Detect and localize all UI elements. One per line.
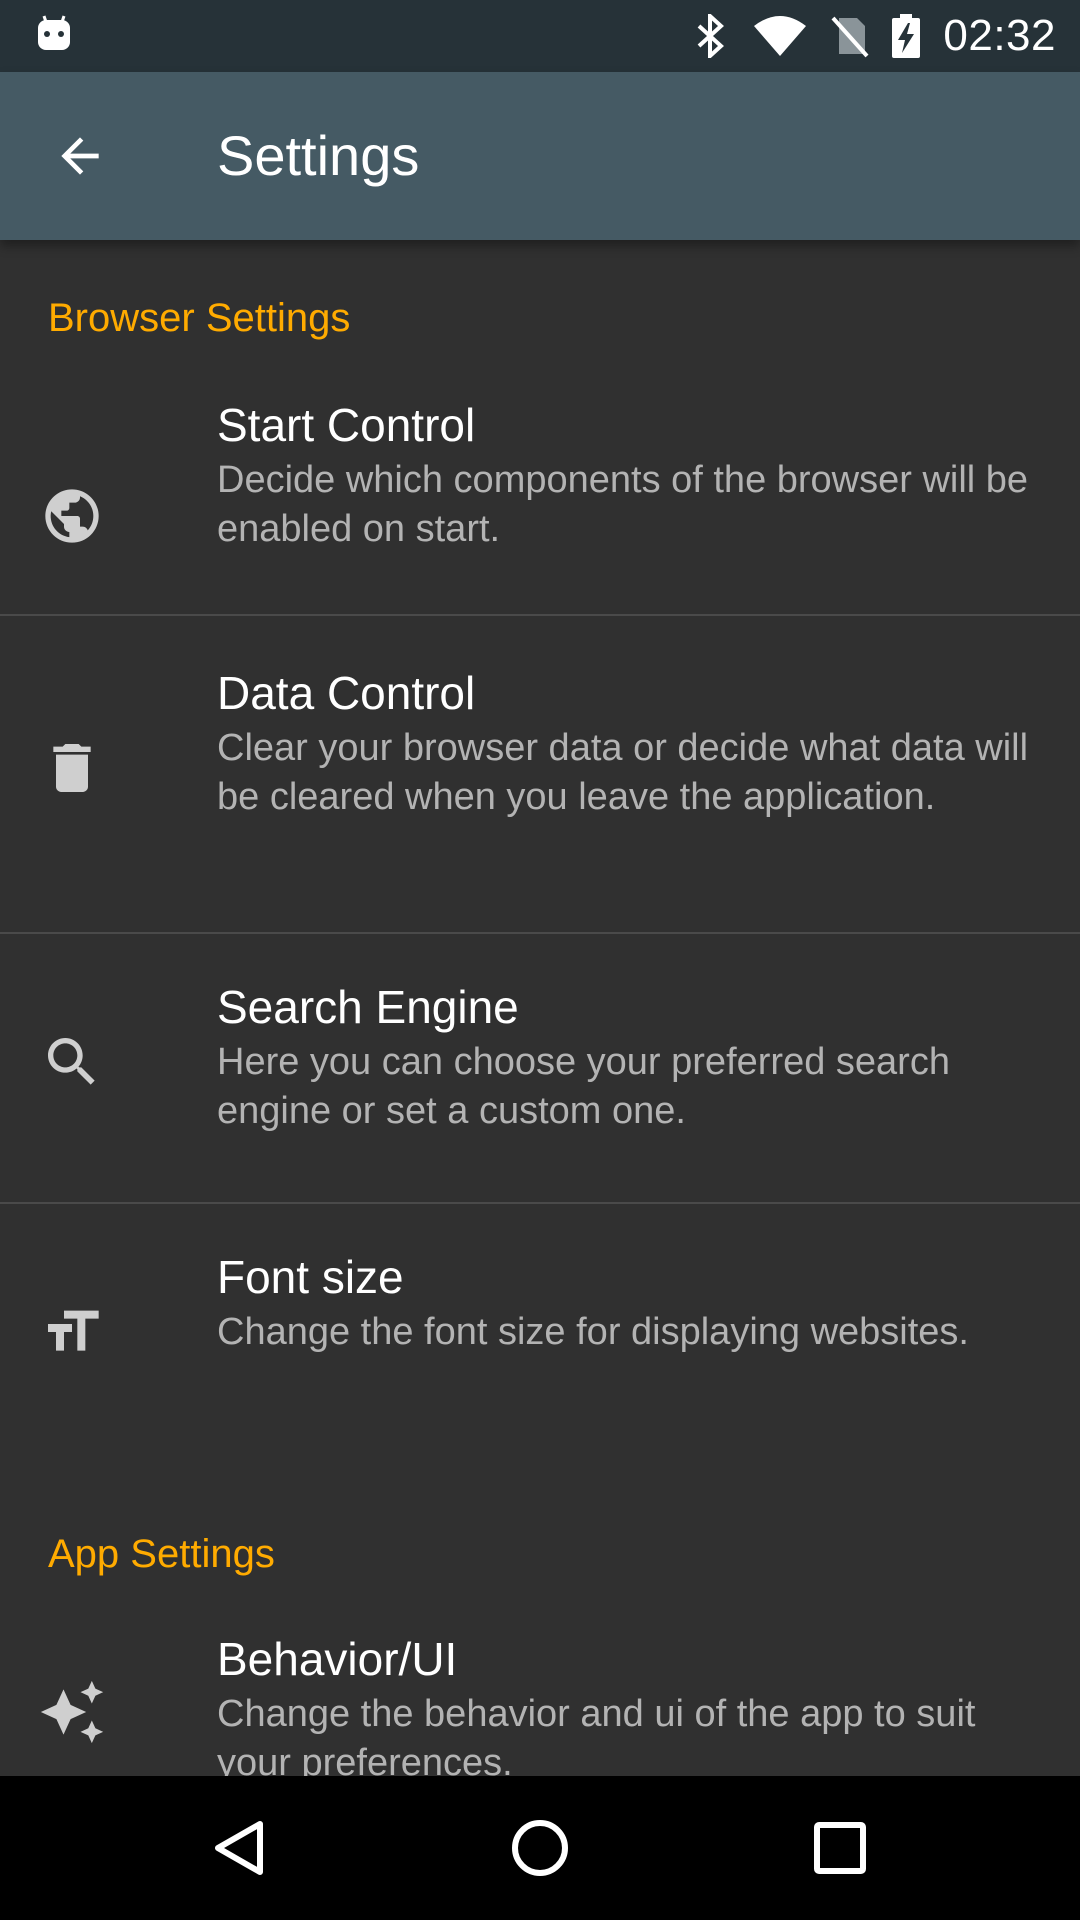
back-button[interactable] xyxy=(40,116,120,196)
no-sim-icon xyxy=(829,14,869,58)
pref-summary: Change the font size for displaying webs… xyxy=(217,1311,969,1353)
home-nav-icon xyxy=(512,1820,568,1876)
section-header-browser: Browser Settings xyxy=(48,296,351,340)
pref-summary: Here you can choose your preferred searc… xyxy=(217,1041,950,1132)
recents-nav-button[interactable] xyxy=(800,1808,880,1888)
pref-behavior-ui[interactable]: Behavior/UI Change the behavior and ui o… xyxy=(0,1596,1080,1776)
toolbar: Settings xyxy=(0,72,1080,240)
pref-title: Data Control xyxy=(217,667,476,719)
section-header-app: App Settings xyxy=(48,1532,275,1576)
navigation-bar xyxy=(0,1776,1080,1920)
bluetooth-icon xyxy=(691,14,731,58)
pref-data-control[interactable]: Data Control Clear your browser data or … xyxy=(0,616,1080,934)
globe-icon xyxy=(36,480,108,552)
page-title: Settings xyxy=(217,124,420,187)
pref-summary: Clear your browser data or decide what d… xyxy=(217,727,1029,818)
recents-nav-icon xyxy=(814,1822,866,1874)
sparkle-icon xyxy=(36,1676,108,1748)
status-time: 02:32 xyxy=(943,11,1056,60)
home-nav-button[interactable] xyxy=(500,1808,580,1888)
pref-start-control[interactable]: Start Control Decide which components of… xyxy=(0,372,1080,636)
battery-charging-icon xyxy=(891,14,921,58)
android-debug-icon xyxy=(34,14,74,54)
back-nav-icon xyxy=(215,1821,263,1875)
pref-title: Start Control xyxy=(217,399,476,451)
pref-title: Search Engine xyxy=(217,981,519,1033)
pref-title: Font size xyxy=(217,1251,404,1303)
pref-search-engine[interactable]: Search Engine Here you can choose your p… xyxy=(0,934,1080,1202)
status-bar: 02:32 xyxy=(0,0,1080,72)
pref-font-size[interactable]: Font size Change the font size for displ… xyxy=(0,1204,1080,1468)
pref-title: Behavior/UI xyxy=(217,1633,458,1685)
text-size-icon xyxy=(36,1296,108,1368)
back-nav-button[interactable] xyxy=(200,1808,280,1888)
pref-summary: Change the behavior and ui of the app to… xyxy=(217,1693,976,1776)
settings-list[interactable]: Browser Settings Start Control Decide wh… xyxy=(0,240,1080,1776)
pref-summary: Decide which components of the browser w… xyxy=(217,459,1029,550)
arrow-back-icon xyxy=(61,137,99,175)
search-icon xyxy=(36,1026,108,1098)
wifi-icon xyxy=(753,14,807,58)
trash-icon xyxy=(36,732,108,804)
